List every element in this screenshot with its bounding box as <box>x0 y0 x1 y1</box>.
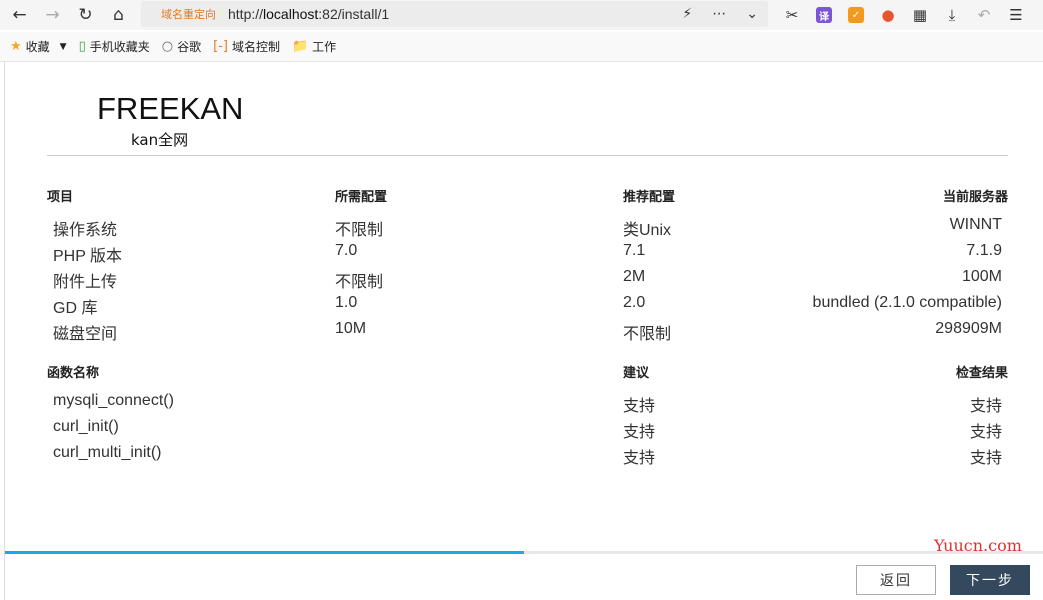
page-left-border <box>4 62 5 600</box>
bookmark-domain-control[interactable]: [-] 域名控制 <box>213 38 280 55</box>
func-row-1-suggest: 支持 <box>623 424 656 441</box>
func-row-0-name: mysqli_connect() <box>53 392 174 409</box>
env-header-required: 所需配置 <box>335 190 388 205</box>
back-button[interactable]: 返回 <box>856 565 936 595</box>
apps-grid-icon[interactable]: ▦ <box>904 0 936 30</box>
func-header-name: 函数名称 <box>47 366 100 381</box>
menu-icon[interactable]: ☰ <box>1000 0 1032 30</box>
func-row-2-result: 支持 <box>969 450 1002 467</box>
env-row-2-recommended: 2M <box>623 268 646 285</box>
env-row-3-item: GD 库 <box>53 300 98 317</box>
env-row-3-recommended: 2.0 <box>623 294 646 311</box>
func-row-0-suggest: 支持 <box>623 398 656 415</box>
func-header-result: 检查结果 <box>955 366 1008 381</box>
env-row-1-current: 7.1.9 <box>966 242 1002 259</box>
func-row-1-name: curl_init() <box>53 418 119 435</box>
bookmark-work[interactable]: 📁 工作 <box>292 38 336 55</box>
forward-arrow-icon[interactable]: → <box>36 0 69 30</box>
env-row-0-current: WINNT <box>949 216 1002 233</box>
star-icon: ★ <box>10 39 22 54</box>
func-header-suggest: 建议 <box>623 366 650 381</box>
env-row-2-required: 不限制 <box>335 274 384 291</box>
env-row-2-item: 附件上传 <box>53 274 118 291</box>
env-row-4-current: 298909M <box>935 320 1002 337</box>
env-row-3-required: 1.0 <box>335 294 358 311</box>
gamepad-icon[interactable]: ● <box>872 0 904 30</box>
chevron-down-icon[interactable]: ⌄ <box>746 6 758 22</box>
func-row-2-suggest: 支持 <box>623 450 656 467</box>
lightning-icon[interactable]: ⚡ <box>682 6 692 22</box>
shield-icon[interactable]: ✓ <box>840 0 872 30</box>
reload-icon[interactable]: ↻ <box>69 0 102 30</box>
page-sublogo: kan全网 <box>131 131 189 149</box>
func-row-1-result: 支持 <box>969 424 1002 441</box>
address-bar[interactable]: 域名重定向 http://localhost:82/install/1 ⚡ ⋯ … <box>141 1 768 27</box>
env-header-recommended: 推荐配置 <box>623 190 676 205</box>
env-row-4-required: 10M <box>335 320 367 337</box>
env-row-3-current: bundled (2.1.0 compatible) <box>812 294 1002 311</box>
download-icon[interactable]: ⤓ <box>936 0 968 30</box>
env-row-0-recommended: 类Unix <box>623 222 672 239</box>
scissors-icon[interactable]: ✂ <box>776 0 808 30</box>
back-arrow-icon[interactable]: ← <box>3 0 36 30</box>
header-divider <box>47 155 1008 156</box>
install-progress-bar <box>5 551 1043 554</box>
env-row-0-item: 操作系统 <box>53 222 118 239</box>
bookmark-favorites[interactable]: ★ 收藏 ▼ <box>10 38 67 55</box>
globe-icon: ○ <box>161 39 174 54</box>
caret-down-icon: ▼ <box>59 41 67 52</box>
bookmarks-bar: ★ 收藏 ▼ ▯ 手机收藏夹 ○ 谷歌 [-] 域名控制 📁 工作 <box>0 32 1043 62</box>
env-row-1-recommended: 7.1 <box>623 242 646 259</box>
more-dots-icon[interactable]: ⋯ <box>712 6 726 22</box>
env-header-current: 当前服务器 <box>942 190 1008 205</box>
home-icon[interactable]: ⌂ <box>102 0 135 30</box>
env-row-2-current: 100M <box>961 268 1002 285</box>
url-text: http://localhost:82/install/1 <box>228 6 390 22</box>
url-redirect-tag: 域名重定向 <box>161 8 216 21</box>
env-row-1-required: 7.0 <box>335 242 358 259</box>
page-logo: FREEKAN <box>97 91 244 126</box>
undo-icon[interactable]: ↶ <box>968 0 1000 30</box>
folder-icon: 📁 <box>291 39 309 54</box>
translate-icon[interactable]: 译 <box>808 0 840 30</box>
browser-toolbar: ← → ↻ ⌂ 域名重定向 http://localhost:82/instal… <box>0 0 1043 30</box>
bookmark-google[interactable]: ○ 谷歌 <box>162 38 201 55</box>
func-row-2-name: curl_multi_init() <box>53 444 162 461</box>
phone-icon: ▯ <box>78 39 86 54</box>
func-row-0-result: 支持 <box>969 398 1002 415</box>
env-row-1-item: PHP 版本 <box>53 248 123 265</box>
next-button[interactable]: 下一步 <box>950 565 1030 595</box>
env-header-item: 项目 <box>47 190 74 205</box>
bookmark-mobile[interactable]: ▯ 手机收藏夹 <box>79 38 150 55</box>
env-row-4-recommended: 不限制 <box>623 326 672 343</box>
env-row-0-required: 不限制 <box>335 222 384 239</box>
env-row-4-item: 磁盘空间 <box>53 326 118 343</box>
bracket-icon: [-] <box>213 39 228 54</box>
install-progress-fill <box>5 551 524 554</box>
